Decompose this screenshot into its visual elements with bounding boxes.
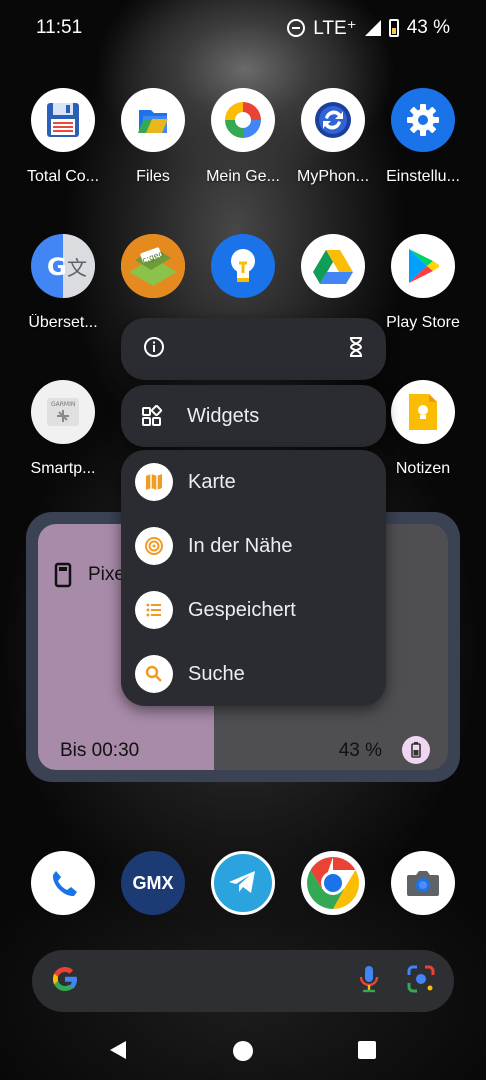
app-mein-geraet[interactable]: Mein Ge... bbox=[195, 88, 291, 186]
navigation-bar bbox=[0, 1030, 486, 1070]
garmin-icon: GARMIN bbox=[31, 380, 95, 444]
mein-geraet-icon bbox=[211, 88, 275, 152]
svg-text:G: G bbox=[47, 253, 67, 281]
back-icon[interactable] bbox=[108, 1040, 128, 1065]
files-icon bbox=[121, 88, 185, 152]
chrome-icon bbox=[307, 857, 359, 909]
lightbulb-icon bbox=[211, 234, 275, 298]
dock-camera[interactable] bbox=[391, 851, 455, 915]
battery-percent: 43 % bbox=[406, 17, 450, 38]
hourglass-icon[interactable] bbox=[348, 336, 364, 363]
battery-icon bbox=[388, 19, 399, 37]
search-icon bbox=[135, 655, 173, 693]
lens-icon[interactable] bbox=[406, 964, 436, 999]
info-icon[interactable] bbox=[143, 336, 165, 363]
app-smartphone-garmin[interactable]: GARMIN Smartp... bbox=[15, 380, 111, 478]
app-label: Files bbox=[136, 168, 170, 185]
app-uebersetzer[interactable]: G 文 Überset... bbox=[15, 234, 111, 332]
app-files[interactable]: Files bbox=[105, 88, 201, 186]
shortcut-label: Suche bbox=[188, 662, 245, 685]
telegram-icon bbox=[229, 871, 255, 893]
shortcut-label: In der Nähe bbox=[188, 534, 293, 557]
play-store-icon bbox=[391, 234, 455, 298]
network-type: LTE⁺ bbox=[313, 17, 357, 39]
app-myphone[interactable]: MyPhon... bbox=[285, 88, 381, 186]
svg-text:GARMIN: GARMIN bbox=[51, 401, 75, 408]
dock-chrome[interactable] bbox=[301, 851, 365, 915]
widget-title: Pixe bbox=[88, 564, 125, 585]
shortcut-suche[interactable]: Suche bbox=[121, 642, 386, 706]
shortcut-gespeichert[interactable]: Gespeichert bbox=[121, 578, 386, 642]
drive-icon bbox=[301, 234, 365, 298]
clock: 11:51 bbox=[36, 17, 83, 38]
app-drive[interactable] bbox=[285, 234, 381, 314]
dock-telegram[interactable] bbox=[211, 851, 275, 915]
signal-icon bbox=[364, 20, 381, 36]
list-icon bbox=[135, 591, 173, 629]
app-total-commander[interactable]: Total Co... bbox=[15, 88, 111, 186]
gmx-icon: GMX bbox=[132, 872, 174, 893]
nearby-icon bbox=[135, 527, 173, 565]
phone-device-icon bbox=[54, 562, 72, 588]
app-notizen[interactable]: Notizen bbox=[375, 380, 471, 478]
shortcut-label: Gespeichert bbox=[188, 598, 296, 621]
phone-icon bbox=[52, 871, 77, 897]
shortcut-karte[interactable]: Karte bbox=[121, 450, 386, 514]
app-label: Mein Ge... bbox=[206, 168, 280, 185]
home-icon[interactable] bbox=[232, 1040, 254, 1067]
google-search-bar[interactable] bbox=[32, 950, 454, 1012]
dock-gmx[interactable]: GMX bbox=[121, 851, 185, 915]
shortcut-menu: Karte In der Nähe Gespeichert Suche bbox=[121, 450, 386, 706]
notes-icon bbox=[391, 380, 455, 444]
google-g-icon[interactable] bbox=[50, 964, 80, 999]
widget-battery-percent: 43 % bbox=[338, 740, 382, 761]
shortcut-in-der-naehe[interactable]: In der Nähe bbox=[121, 514, 386, 578]
app-label: Einstellu... bbox=[386, 168, 460, 185]
app-label: Play Store bbox=[386, 314, 460, 331]
widget-timer: Bis 00:30 bbox=[60, 740, 140, 761]
app-label: MyPhon... bbox=[296, 168, 370, 185]
app-cgeo[interactable]: c:geo bbox=[105, 234, 201, 314]
app-label: Überset... bbox=[28, 314, 98, 331]
widgets-menu[interactable]: Widgets bbox=[121, 385, 386, 447]
app-label: Total Co... bbox=[26, 168, 100, 185]
svg-text:文: 文 bbox=[67, 256, 87, 280]
total-commander-icon bbox=[31, 88, 95, 152]
app-play-store[interactable]: Play Store bbox=[375, 234, 471, 332]
app-info-bar bbox=[121, 318, 386, 380]
app-einstellungen[interactable]: Einstellu... bbox=[375, 88, 471, 186]
widget-battery-icon bbox=[402, 736, 430, 764]
dock-phone[interactable] bbox=[31, 851, 95, 915]
cgeo-icon: c:geo bbox=[121, 234, 185, 298]
map-icon bbox=[135, 463, 173, 501]
app-lightbulb[interactable] bbox=[195, 234, 291, 314]
shortcut-label: Karte bbox=[188, 470, 236, 493]
widgets-label: Widgets bbox=[187, 404, 260, 427]
myphone-icon bbox=[301, 88, 365, 152]
do-not-disturb-icon bbox=[287, 19, 306, 37]
recents-icon[interactable] bbox=[358, 1041, 376, 1064]
microphone-icon[interactable] bbox=[358, 964, 380, 999]
app-label: Smartp... bbox=[30, 460, 96, 477]
status-bar: 11:51 LTE⁺ 43 % bbox=[0, 0, 486, 56]
translate-icon: G 文 bbox=[31, 234, 95, 298]
widgets-icon bbox=[141, 405, 163, 427]
camera-icon bbox=[407, 871, 439, 896]
settings-gear-icon bbox=[391, 88, 455, 152]
app-label: Notizen bbox=[395, 460, 451, 477]
